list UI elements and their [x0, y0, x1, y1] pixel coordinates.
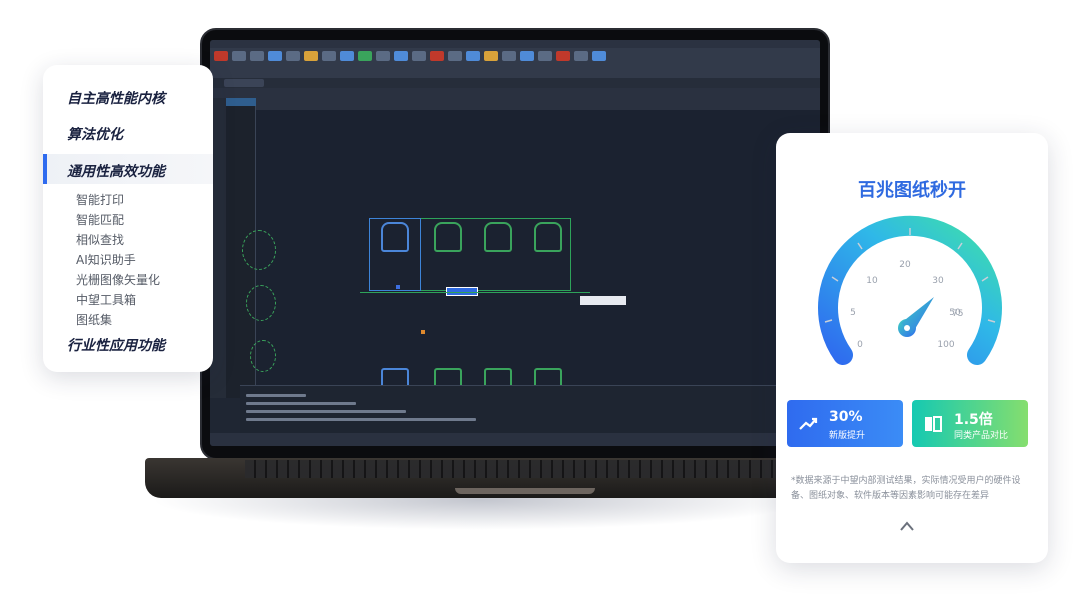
menu-item-general-functions[interactable]: 通用性高效功能 [67, 161, 165, 181]
laptop-keyboard [245, 460, 835, 478]
compare-icon [925, 416, 942, 432]
submenu-item[interactable]: 中望工具箱 [76, 291, 136, 308]
cad-ribbon [210, 48, 820, 78]
speedometer-gauge: 0 5 10 20 30 50 100 [818, 215, 1002, 365]
stat-value: 1.5倍 [954, 412, 993, 428]
menu-item-industry-functions[interactable]: 行业性应用功能 [67, 335, 165, 355]
feature-menu-card: 自主高性能内核 算法优化 通用性高效功能 智能打印 智能匹配 相似查找 AI知识… [43, 65, 213, 372]
gauge-tick-10: 10 [866, 276, 878, 286]
gauge-tick-20: 20 [899, 260, 911, 270]
gauge-tick-75: 75 [952, 309, 964, 319]
stat-label: 同类产品对比 [954, 431, 1009, 441]
speed-card-title: 百兆图纸秒开 [858, 180, 966, 201]
chevron-up-icon[interactable] [899, 520, 915, 532]
cad-command-line [240, 385, 820, 433]
stat-label: 新版提升 [829, 431, 866, 441]
menu-item-algorithm[interactable]: 算法优化 [67, 124, 123, 144]
menu-item-kernel[interactable]: 自主高性能内核 [67, 88, 165, 108]
cad-tooltip [580, 296, 626, 305]
submenu-item[interactable]: 光栅图像矢量化 [76, 271, 160, 288]
submenu-item[interactable]: 智能打印 [76, 191, 124, 208]
cad-screenshot [210, 40, 820, 446]
gauge-tick-0: 0 [857, 340, 863, 350]
submenu-item[interactable]: 图纸集 [76, 311, 112, 328]
data-source-note: *数据来源于中望内部测试结果，实际情况受用户的硬件设备、图纸对象、软件版本等因素… [791, 476, 1021, 501]
menu-active-indicator [43, 154, 47, 184]
stat-competitor-compare: 1.5倍 同类产品对比 [912, 400, 1028, 447]
gauge-tick-100: 100 [937, 340, 954, 350]
cad-canvas-header [256, 98, 820, 110]
gauge-tick-5: 5 [850, 308, 856, 318]
submenu-item[interactable]: AI知识助手 [76, 251, 136, 268]
gauge-needle-icon [898, 297, 934, 337]
cad-titlebar [210, 40, 820, 48]
cad-doc-tabs [210, 78, 820, 88]
cad-palette-title [226, 98, 256, 106]
stat-value: 30% [829, 409, 863, 425]
gauge-tick-30: 30 [932, 276, 944, 286]
submenu-item[interactable]: 智能匹配 [76, 211, 124, 228]
cad-drawing-canvas [242, 110, 820, 446]
trend-up-icon [799, 417, 818, 430]
stat-new-version: 30% 新版提升 [787, 400, 903, 447]
cad-status-bar [210, 433, 820, 446]
submenu-item[interactable]: 相似查找 [76, 231, 124, 248]
cad-properties-bar [210, 88, 820, 98]
laptop-notch [455, 488, 595, 494]
